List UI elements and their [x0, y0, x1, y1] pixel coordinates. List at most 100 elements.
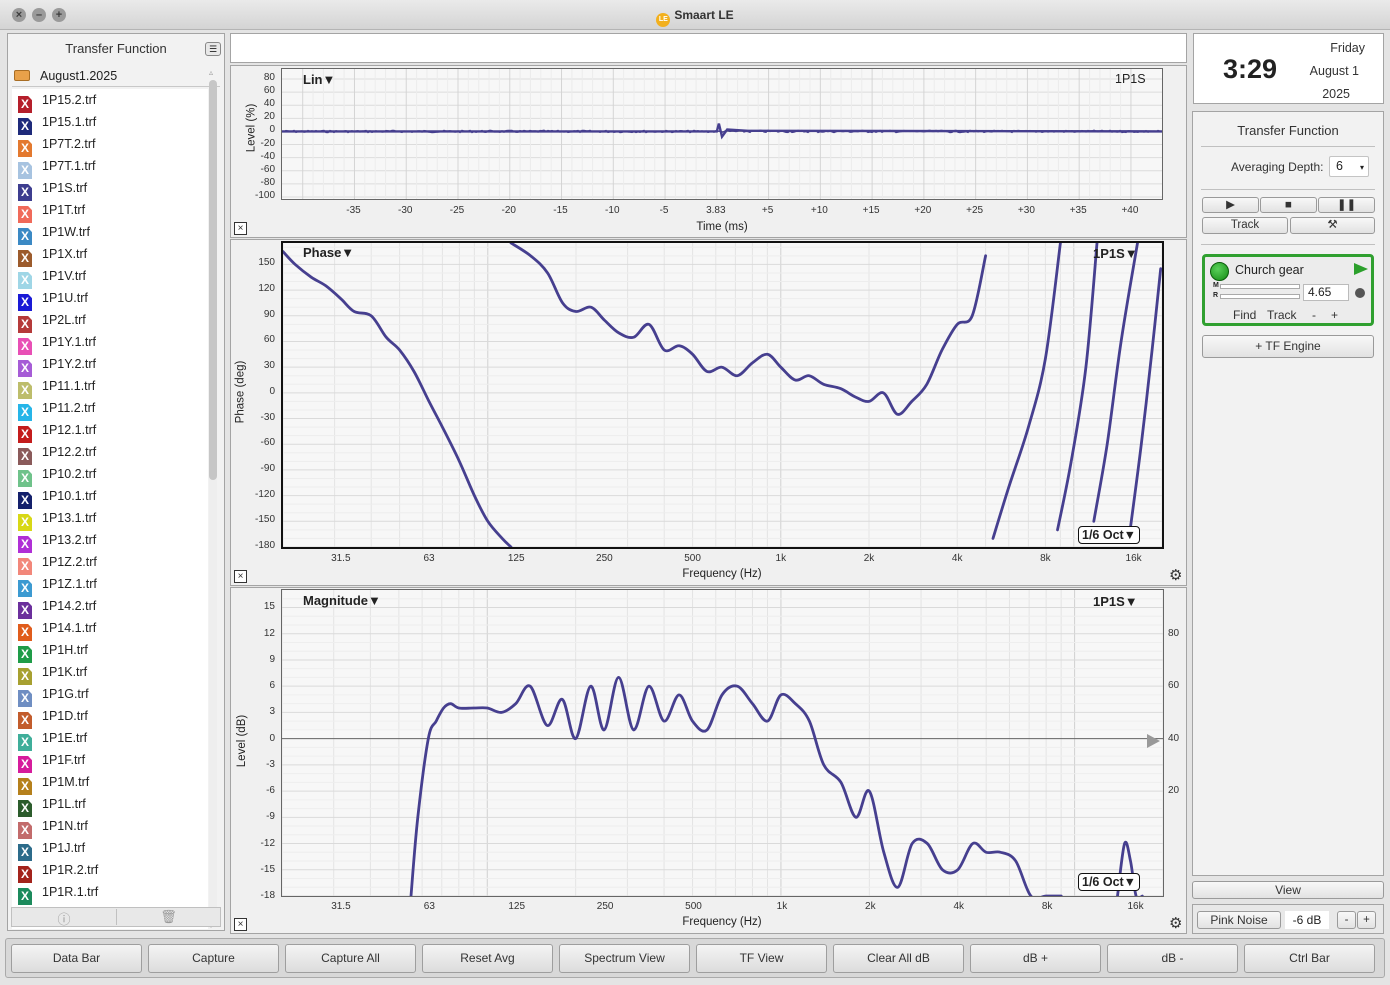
command-button-ctrl-bar[interactable]: Ctrl Bar [1244, 944, 1375, 973]
file-item[interactable]: X 1P11.2.trf [12, 397, 208, 421]
file-item[interactable]: X 1P12.2.trf [12, 441, 208, 465]
pause-button[interactable]: ❚❚ [1318, 197, 1375, 213]
play-icon: ▶ [1226, 199, 1235, 211]
file-item[interactable]: X 1P13.2.trf [12, 529, 208, 553]
close-impulse-plot-icon[interactable]: × [234, 222, 247, 235]
phase-smoothing-selector[interactable]: 1/6 Oct▼ [1078, 526, 1141, 544]
delay-minus-button[interactable]: - [1312, 308, 1316, 322]
engine-status-led-icon[interactable] [1210, 262, 1229, 281]
file-item[interactable]: X 1P12.1.trf [12, 419, 208, 443]
command-button-capture-all[interactable]: Capture All [285, 944, 416, 973]
generator-level-minus-button[interactable]: - [1337, 911, 1356, 929]
generator-level-plus-button[interactable]: + [1357, 911, 1376, 929]
clock-day: Friday [1330, 41, 1365, 55]
file-item[interactable]: X 1P1U.trf [12, 287, 208, 311]
file-item[interactable]: X 1P1F.trf [12, 749, 208, 773]
file-item[interactable]: X 1P1H.trf [12, 639, 208, 663]
command-button-tf-view[interactable]: TF View [696, 944, 827, 973]
phase-plot-area[interactable] [281, 241, 1164, 549]
track-delay-button[interactable]: Track [1267, 308, 1297, 322]
impulse-x-tick-label: 3.83 [706, 205, 726, 216]
magnitude-measurement-label[interactable]: 1P1S▼ [1093, 594, 1138, 609]
file-item[interactable]: X 1P1Z.1.trf [12, 573, 208, 597]
impulse-y-tick-label: -60 [260, 163, 275, 175]
trash-icon[interactable]: 🗑 [116, 909, 220, 925]
file-item[interactable]: X 1P1R.2.trf [12, 859, 208, 883]
command-button-spectrum-view[interactable]: Spectrum View [559, 944, 690, 973]
file-name: 1P1M.trf [42, 775, 90, 789]
command-button-db[interactable]: dB + [970, 944, 1101, 973]
engine-run-arrow-icon[interactable] [1354, 263, 1368, 275]
tools-button[interactable]: ⚒ [1290, 217, 1375, 234]
impulse-measurement-label[interactable]: 1P1S [1115, 72, 1146, 86]
file-item[interactable]: X 1P1M.trf [12, 771, 208, 795]
file-item[interactable]: X 1P11.1.trf [12, 375, 208, 399]
phase-settings-gear-icon[interactable]: ⚙ [1169, 568, 1185, 584]
magnitude-y-tick-label: -12 [260, 837, 275, 849]
phase-plot-title[interactable]: Phase▼ [303, 245, 354, 260]
delay-plus-button[interactable]: + [1331, 308, 1338, 322]
stop-button[interactable]: ■ [1260, 197, 1317, 213]
file-item[interactable]: X 1P1X.trf [12, 243, 208, 267]
command-button-data-bar[interactable]: Data Bar [11, 944, 142, 973]
track-button[interactable]: Track [1202, 217, 1288, 234]
file-browser-menu-icon[interactable]: ☰ [205, 42, 221, 56]
tf-engine-church-gear[interactable]: Church gear M R 4.65 Find Track - + [1202, 254, 1374, 326]
impulse-x-tick-label: +40 [1121, 205, 1139, 216]
impulse-plot-area[interactable] [281, 68, 1163, 200]
generator-level-field[interactable]: -6 dB [1285, 911, 1329, 929]
impulse-plot-title[interactable]: Lin▼ [303, 72, 335, 87]
file-item[interactable]: X 1P1Y.1.trf [12, 331, 208, 355]
zero-reference-handle-icon[interactable] [1147, 734, 1160, 748]
phase-x-tick-label: 2k [863, 553, 875, 564]
file-item[interactable]: X 1P1W.trf [12, 221, 208, 245]
file-item[interactable]: X 1P1J.trf [12, 837, 208, 861]
delay-value-field[interactable]: 4.65 [1303, 284, 1349, 301]
pink-noise-button[interactable]: Pink Noise [1197, 911, 1281, 929]
file-item[interactable]: X 1P1L.trf [12, 793, 208, 817]
magnitude-smoothing-selector[interactable]: 1/6 Oct▼ [1078, 873, 1141, 891]
scroll-up-icon[interactable]: ▵ [209, 68, 213, 77]
view-button[interactable]: View [1192, 881, 1384, 899]
file-list-scrollbar[interactable]: ▵ ▿ [208, 68, 218, 930]
magnitude-plot-title[interactable]: Magnitude▼ [303, 593, 381, 608]
averaging-depth-select[interactable]: 6 ▾ [1329, 156, 1369, 177]
play-button[interactable]: ▶ [1202, 197, 1259, 213]
file-item[interactable]: X 1P10.1.trf [12, 485, 208, 509]
close-phase-plot-icon[interactable]: × [234, 570, 247, 583]
phase-measurement-label[interactable]: 1P1S▼ [1093, 246, 1138, 261]
file-item[interactable]: X 1P14.1.trf [12, 617, 208, 641]
magnitude-plot-area[interactable] [281, 589, 1164, 897]
command-button-clear-all-db[interactable]: Clear All dB [833, 944, 964, 973]
file-item[interactable]: X 1P1T.trf [12, 199, 208, 223]
file-item[interactable]: X 1P7T.2.trf [12, 133, 208, 157]
command-button-reset-avg[interactable]: Reset Avg [422, 944, 553, 973]
add-tf-engine-button[interactable]: + TF Engine [1202, 335, 1374, 358]
command-button-db[interactable]: dB - [1107, 944, 1238, 973]
file-item[interactable]: X 1P1Z.2.trf [12, 551, 208, 575]
folder-row[interactable]: August1.2025 [12, 65, 220, 87]
info-icon[interactable]: ⓘ [12, 909, 116, 928]
scroll-thumb[interactable] [209, 80, 217, 480]
file-item[interactable]: X 1P1S.trf [12, 177, 208, 201]
find-delay-button[interactable]: Find [1233, 308, 1256, 322]
file-item[interactable]: X 1P1V.trf [12, 265, 208, 289]
file-item[interactable]: X 1P1G.trf [12, 683, 208, 707]
file-item[interactable]: X 1P2L.trf [12, 309, 208, 333]
file-item[interactable]: X 1P1Y.2.trf [12, 353, 208, 377]
file-item[interactable]: X 1P15.2.trf [12, 89, 208, 113]
file-item[interactable]: X 1P13.1.trf [12, 507, 208, 531]
file-item[interactable]: X 1P14.2.trf [12, 595, 208, 619]
engine-name[interactable]: Church gear [1235, 263, 1304, 277]
close-magnitude-plot-icon[interactable]: × [234, 918, 247, 931]
file-item[interactable]: X 1P1K.trf [12, 661, 208, 685]
file-item[interactable]: X 1P1N.trf [12, 815, 208, 839]
file-item[interactable]: X 1P1R.1.trf [12, 881, 208, 905]
file-item[interactable]: X 1P15.1.trf [12, 111, 208, 135]
file-item[interactable]: X 1P7T.1.trf [12, 155, 208, 179]
file-item[interactable]: X 1P1E.trf [12, 727, 208, 751]
file-item[interactable]: X 1P10.2.trf [12, 463, 208, 487]
file-item[interactable]: X 1P1D.trf [12, 705, 208, 729]
command-button-capture[interactable]: Capture [148, 944, 279, 973]
magnitude-settings-gear-icon[interactable]: ⚙ [1169, 916, 1185, 932]
